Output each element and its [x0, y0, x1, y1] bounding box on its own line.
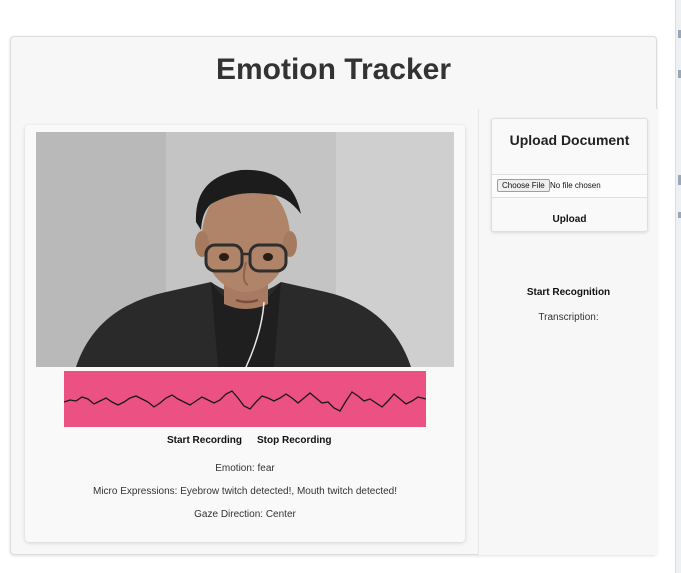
emotion-tracker-app: Emotion Tracker Start Recording Stop Rec…: [10, 36, 658, 555]
emotion-readout: Emotion: fear: [215, 463, 275, 474]
stop-recording-button[interactable]: Stop Recording: [257, 435, 331, 446]
upload-title: Upload Document: [509, 132, 630, 148]
gaze-direction-readout: Gaze Direction: Center: [194, 509, 296, 520]
upload-document-card: Upload Document Choose File No file chos…: [491, 118, 648, 232]
webcam-person-image: [36, 132, 454, 367]
audio-waveform: [63, 371, 427, 427]
choose-file-button[interactable]: Choose File: [497, 179, 550, 192]
file-input: Choose File No file chosen: [492, 174, 647, 198]
upload-button[interactable]: Upload: [492, 213, 647, 226]
waveform-line: [63, 390, 427, 412]
app-title: Emotion Tracker: [215, 53, 452, 86]
start-recognition-button[interactable]: Start Recognition: [479, 286, 658, 299]
micro-expressions-readout: Micro Expressions: Eyebrow twitch detect…: [92, 486, 398, 497]
start-recording-button[interactable]: Start Recording: [167, 435, 242, 446]
adjacent-window-edge: [675, 0, 681, 573]
side-panel: Upload Document Choose File No file chos…: [478, 109, 658, 555]
transcription-label: Transcription:: [538, 312, 599, 323]
webcam-video: [36, 132, 454, 367]
video-panel: Start Recording Stop Recording Emotion: …: [25, 125, 465, 542]
file-status-text: No file chosen: [550, 181, 601, 190]
